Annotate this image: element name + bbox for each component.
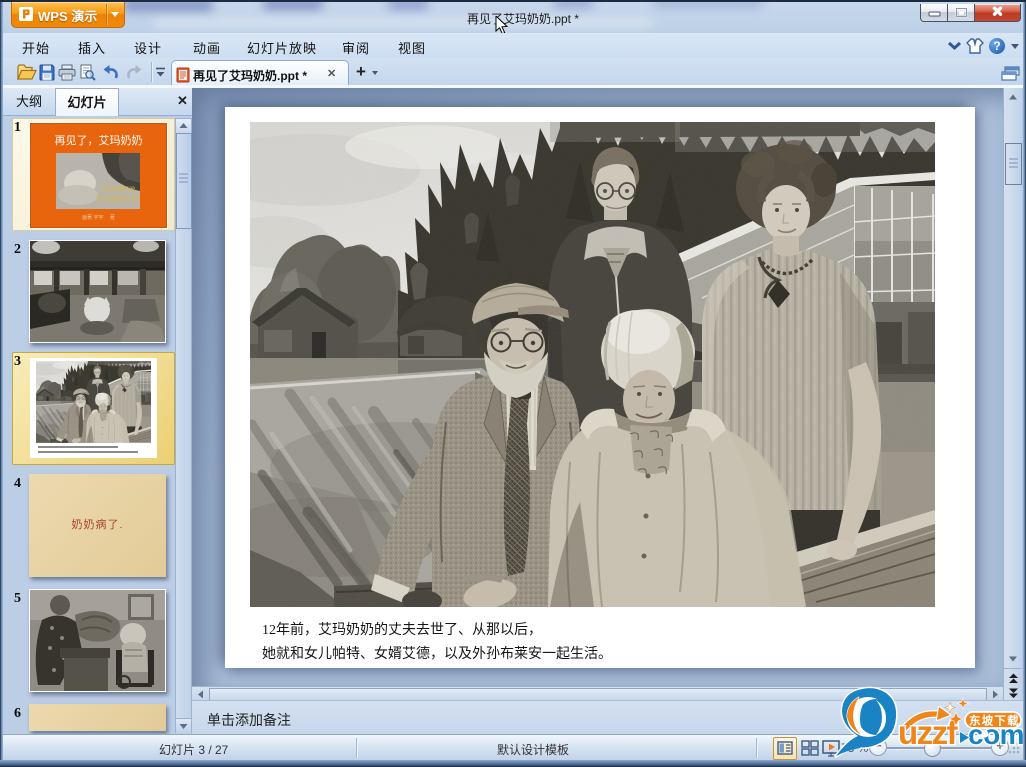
svg-text:Grandma Erza: Grandma Erza — [96, 193, 140, 203]
svg-text:Goodbye,: Goodbye, — [102, 183, 137, 193]
svg-text:uzzf: uzzf — [898, 714, 959, 751]
svg-text:东坡下载: 东坡下载 — [969, 714, 1020, 728]
